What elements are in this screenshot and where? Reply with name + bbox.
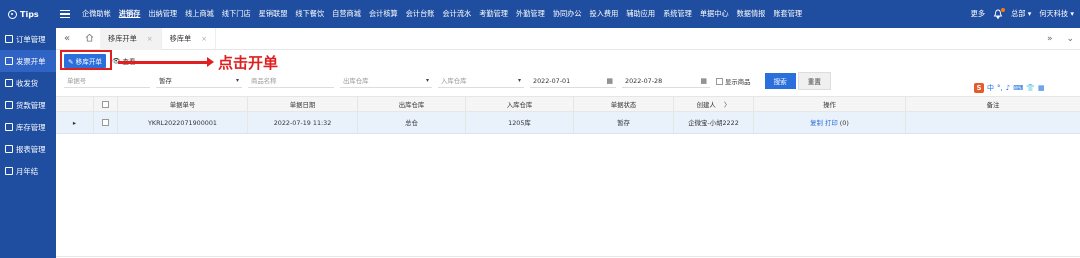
home-icon[interactable]: [78, 33, 100, 45]
product-input[interactable]: 商品名称: [248, 74, 334, 88]
sidebar-item-inventory[interactable]: 库存管理: [0, 116, 56, 138]
nav-item[interactable]: 账套管理: [769, 0, 806, 28]
collapse-left-icon[interactable]: «: [56, 33, 78, 44]
calendar-icon: ▦: [606, 76, 613, 85]
close-icon[interactable]: ×: [201, 28, 207, 50]
checkbox[interactable]: [716, 77, 723, 85]
ime-toolbar: S 中 °, ♪ ⌨ 👕 ▦: [974, 83, 1045, 93]
close-icon[interactable]: ×: [147, 28, 153, 50]
mic-icon[interactable]: ♪: [1006, 84, 1010, 92]
expand-icon[interactable]: ▸: [56, 112, 94, 133]
nav-item[interactable]: 考勤管理: [475, 0, 512, 28]
brand[interactable]: Tips: [0, 9, 60, 19]
highlight-box: [60, 50, 112, 70]
select-all-checkbox[interactable]: [94, 97, 118, 111]
out-warehouse-select[interactable]: 出库仓库 ▾: [340, 74, 432, 88]
closing-icon: [5, 167, 13, 175]
arrow-icon: [118, 57, 214, 67]
row-checkbox[interactable]: [94, 112, 118, 133]
copy-link[interactable]: 复制: [810, 118, 823, 127]
date-to-input[interactable]: 2022-07-28 ▦: [622, 74, 710, 88]
caret-down-icon: ▾: [235, 77, 239, 84]
top-nav-bar: Tips 企微助帐 进销存 出纳管理 线上商城 线下门店 星销联盟 线下餐饮 自…: [0, 0, 1080, 28]
sidebar-item-orders[interactable]: 订单管理: [0, 28, 56, 50]
tab-move-list[interactable]: 移库单 ×: [162, 27, 217, 50]
caret-down-icon: ▾: [517, 77, 521, 84]
callout-annotation: 点击开单: [118, 52, 278, 73]
brand-title: Tips: [20, 9, 39, 19]
chevron-down-icon[interactable]: ⌄: [1066, 34, 1074, 44]
table-header: 单据单号 单据日期 出库仓库 入库仓库 单据状态 创建人 〉 操作 备注: [56, 96, 1080, 112]
nav-item[interactable]: 外勤管理: [512, 0, 549, 28]
filter-bar: 单据号 暂存 ▾ 商品名称 出库仓库 ▾ 入库仓库 ▾ 2022-07-01 ▦ 202…: [56, 72, 1080, 90]
user-menu[interactable]: 总部 ▾: [1011, 9, 1031, 19]
nav-item[interactable]: 数据情报: [733, 0, 770, 28]
nav-item[interactable]: 线上商城: [181, 0, 218, 28]
menu-icon[interactable]: [60, 9, 74, 19]
data-grid: 单据单号 单据日期 出库仓库 入库仓库 单据状态 创建人 〉 操作 备注 ▸ Y…: [56, 96, 1080, 134]
keyboard-icon[interactable]: ⌨: [1013, 84, 1023, 92]
nav-item[interactable]: 出纳管理: [144, 0, 181, 28]
more-menu[interactable]: 更多: [971, 9, 985, 19]
reports-icon: [5, 145, 13, 153]
nav-item[interactable]: 企微助帐: [78, 0, 115, 28]
ime-mode[interactable]: 中: [987, 83, 994, 93]
nav-item[interactable]: 线下门店: [218, 0, 255, 28]
nav-item[interactable]: 会计核算: [365, 0, 402, 28]
tab-controls: » ⌄: [1047, 28, 1074, 50]
notification-dot: [1001, 8, 1006, 12]
doc-no-input[interactable]: 单据号: [64, 74, 150, 88]
sidebar-item-shipping[interactable]: 收发货: [0, 72, 56, 94]
print-link[interactable]: 打印: [825, 118, 838, 127]
skin-icon[interactable]: 👕: [1026, 84, 1035, 92]
creator-header[interactable]: 创建人 〉: [674, 97, 754, 111]
sogou-icon[interactable]: S: [974, 83, 984, 93]
nav-item[interactable]: 线下餐饮: [291, 0, 328, 28]
nav-menu: 企微助帐 进销存 出纳管理 线上商城 线下门店 星销联盟 线下餐饮 自营商城 会…: [78, 0, 806, 28]
nav-item[interactable]: 自营商城: [328, 0, 365, 28]
sidebar: 订单管理 发票开单 收发货 货款管理 库存管理 报表管理 月年结: [0, 28, 56, 258]
show-goods-checkbox[interactable]: 显示商品: [716, 77, 751, 86]
sidebar-item-reports[interactable]: 报表管理: [0, 138, 56, 160]
nav-item[interactable]: 会计流水: [438, 0, 475, 28]
sidebar-item-closing[interactable]: 月年结: [0, 160, 56, 182]
company-menu[interactable]: 何天科技 ▾: [1039, 9, 1074, 19]
nav-item[interactable]: 协同办公: [549, 0, 586, 28]
top-right-area: 更多 总部 ▾ 何天科技 ▾: [971, 0, 1074, 28]
nav-item[interactable]: 单据中心: [696, 0, 733, 28]
nav-item[interactable]: 星销联盟: [255, 0, 292, 28]
grid-bottom-border: [56, 256, 1080, 257]
invoice-icon: [5, 57, 13, 65]
in-warehouse-select[interactable]: 入库仓库 ▾: [438, 74, 524, 88]
nav-item[interactable]: 会计台账: [402, 0, 439, 28]
row-actions: 复制 打印 (0): [754, 112, 906, 133]
sidebar-item-payments[interactable]: 货款管理: [0, 94, 56, 116]
sidebar-item-invoice[interactable]: 发票开单: [0, 50, 56, 72]
chevron-right-icon[interactable]: 〉: [724, 100, 730, 109]
orders-icon: [5, 35, 13, 43]
status-select[interactable]: 暂存 ▾: [156, 74, 242, 88]
grid-icon[interactable]: ▦: [1038, 84, 1045, 92]
nav-item[interactable]: 辅助应用: [622, 0, 659, 28]
ime-punct[interactable]: °,: [997, 84, 1003, 92]
tab-move-new[interactable]: 移库开单 ×: [100, 27, 162, 50]
payments-icon: [5, 101, 13, 109]
search-button[interactable]: 搜索: [764, 73, 796, 89]
date-from-input[interactable]: 2022-07-01 ▦: [530, 74, 616, 88]
nav-item[interactable]: 系统管理: [659, 0, 696, 28]
callout-text: 点击开单: [218, 54, 279, 72]
print-count: (0): [839, 118, 849, 127]
table-row[interactable]: ▸ YKRL2022071900001 2022-07-19 11:32 总仓 …: [56, 112, 1080, 134]
tab-bar: « 移库开单 × 移库单 × » ⌄: [56, 27, 1080, 50]
expand-right-icon[interactable]: »: [1047, 34, 1053, 44]
shipping-icon: [5, 79, 13, 87]
inventory-icon: [5, 123, 13, 131]
nav-item[interactable]: 投入费用: [586, 0, 623, 28]
caret-down-icon: ▾: [425, 77, 429, 84]
bell-icon[interactable]: [993, 8, 1006, 20]
logo-icon: [8, 9, 17, 19]
nav-item-active[interactable]: 进销存: [115, 0, 145, 28]
calendar-icon: ▦: [700, 76, 707, 85]
reset-button[interactable]: 重置: [797, 72, 831, 90]
